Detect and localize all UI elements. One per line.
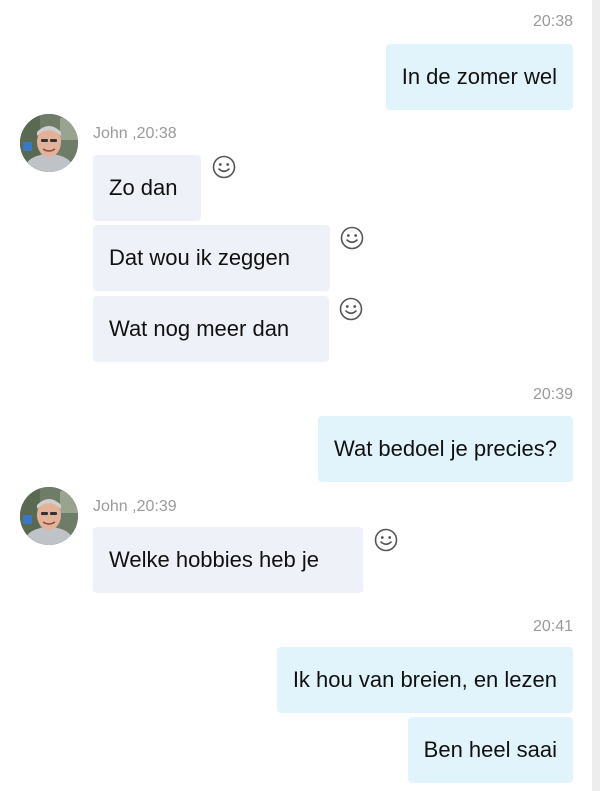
incoming-message-bubble[interactable]: Wat nog meer dan (93, 296, 329, 362)
timestamp: 20:38 (532, 13, 573, 30)
message-text: Ben heel saai (423, 737, 557, 762)
smiley-face-icon[interactable] (340, 226, 364, 250)
message-text: In de zomer wel (401, 64, 557, 89)
avatar[interactable] (20, 114, 78, 172)
timestamp: 20:39 (532, 386, 573, 403)
message-text: Dat wou ik zeggen (109, 245, 290, 270)
message-text: Welke hobbies heb je (109, 547, 319, 572)
outgoing-message-bubble[interactable]: Ben heel saai (407, 717, 573, 783)
outgoing-message-bubble[interactable]: In de zomer wel (385, 44, 573, 110)
incoming-message-bubble[interactable]: Welke hobbies heb je (93, 527, 363, 593)
incoming-message-bubble[interactable]: Zo dan (93, 155, 201, 221)
sender-name-time: John ,20:39 (93, 498, 177, 515)
scrollbar-track (592, 0, 600, 791)
outgoing-message-bubble[interactable]: Wat bedoel je precies? (318, 416, 573, 482)
smiley-face-icon[interactable] (374, 528, 398, 552)
message-text: Wat bedoel je precies? (334, 436, 557, 461)
message-text: Zo dan (109, 175, 178, 200)
message-text: Wat nog meer dan (109, 316, 290, 341)
outgoing-message-bubble[interactable]: Ik hou van breien, en lezen (276, 647, 573, 713)
avatar[interactable] (20, 487, 78, 545)
smiley-face-icon[interactable] (212, 155, 236, 179)
timestamp: 20:41 (532, 618, 573, 635)
sender-name-time: John ,20:38 (93, 125, 177, 142)
smiley-face-icon[interactable] (339, 297, 363, 321)
message-text: Ik hou van breien, en lezen (292, 667, 557, 692)
incoming-message-bubble[interactable]: Dat wou ik zeggen (93, 225, 330, 291)
